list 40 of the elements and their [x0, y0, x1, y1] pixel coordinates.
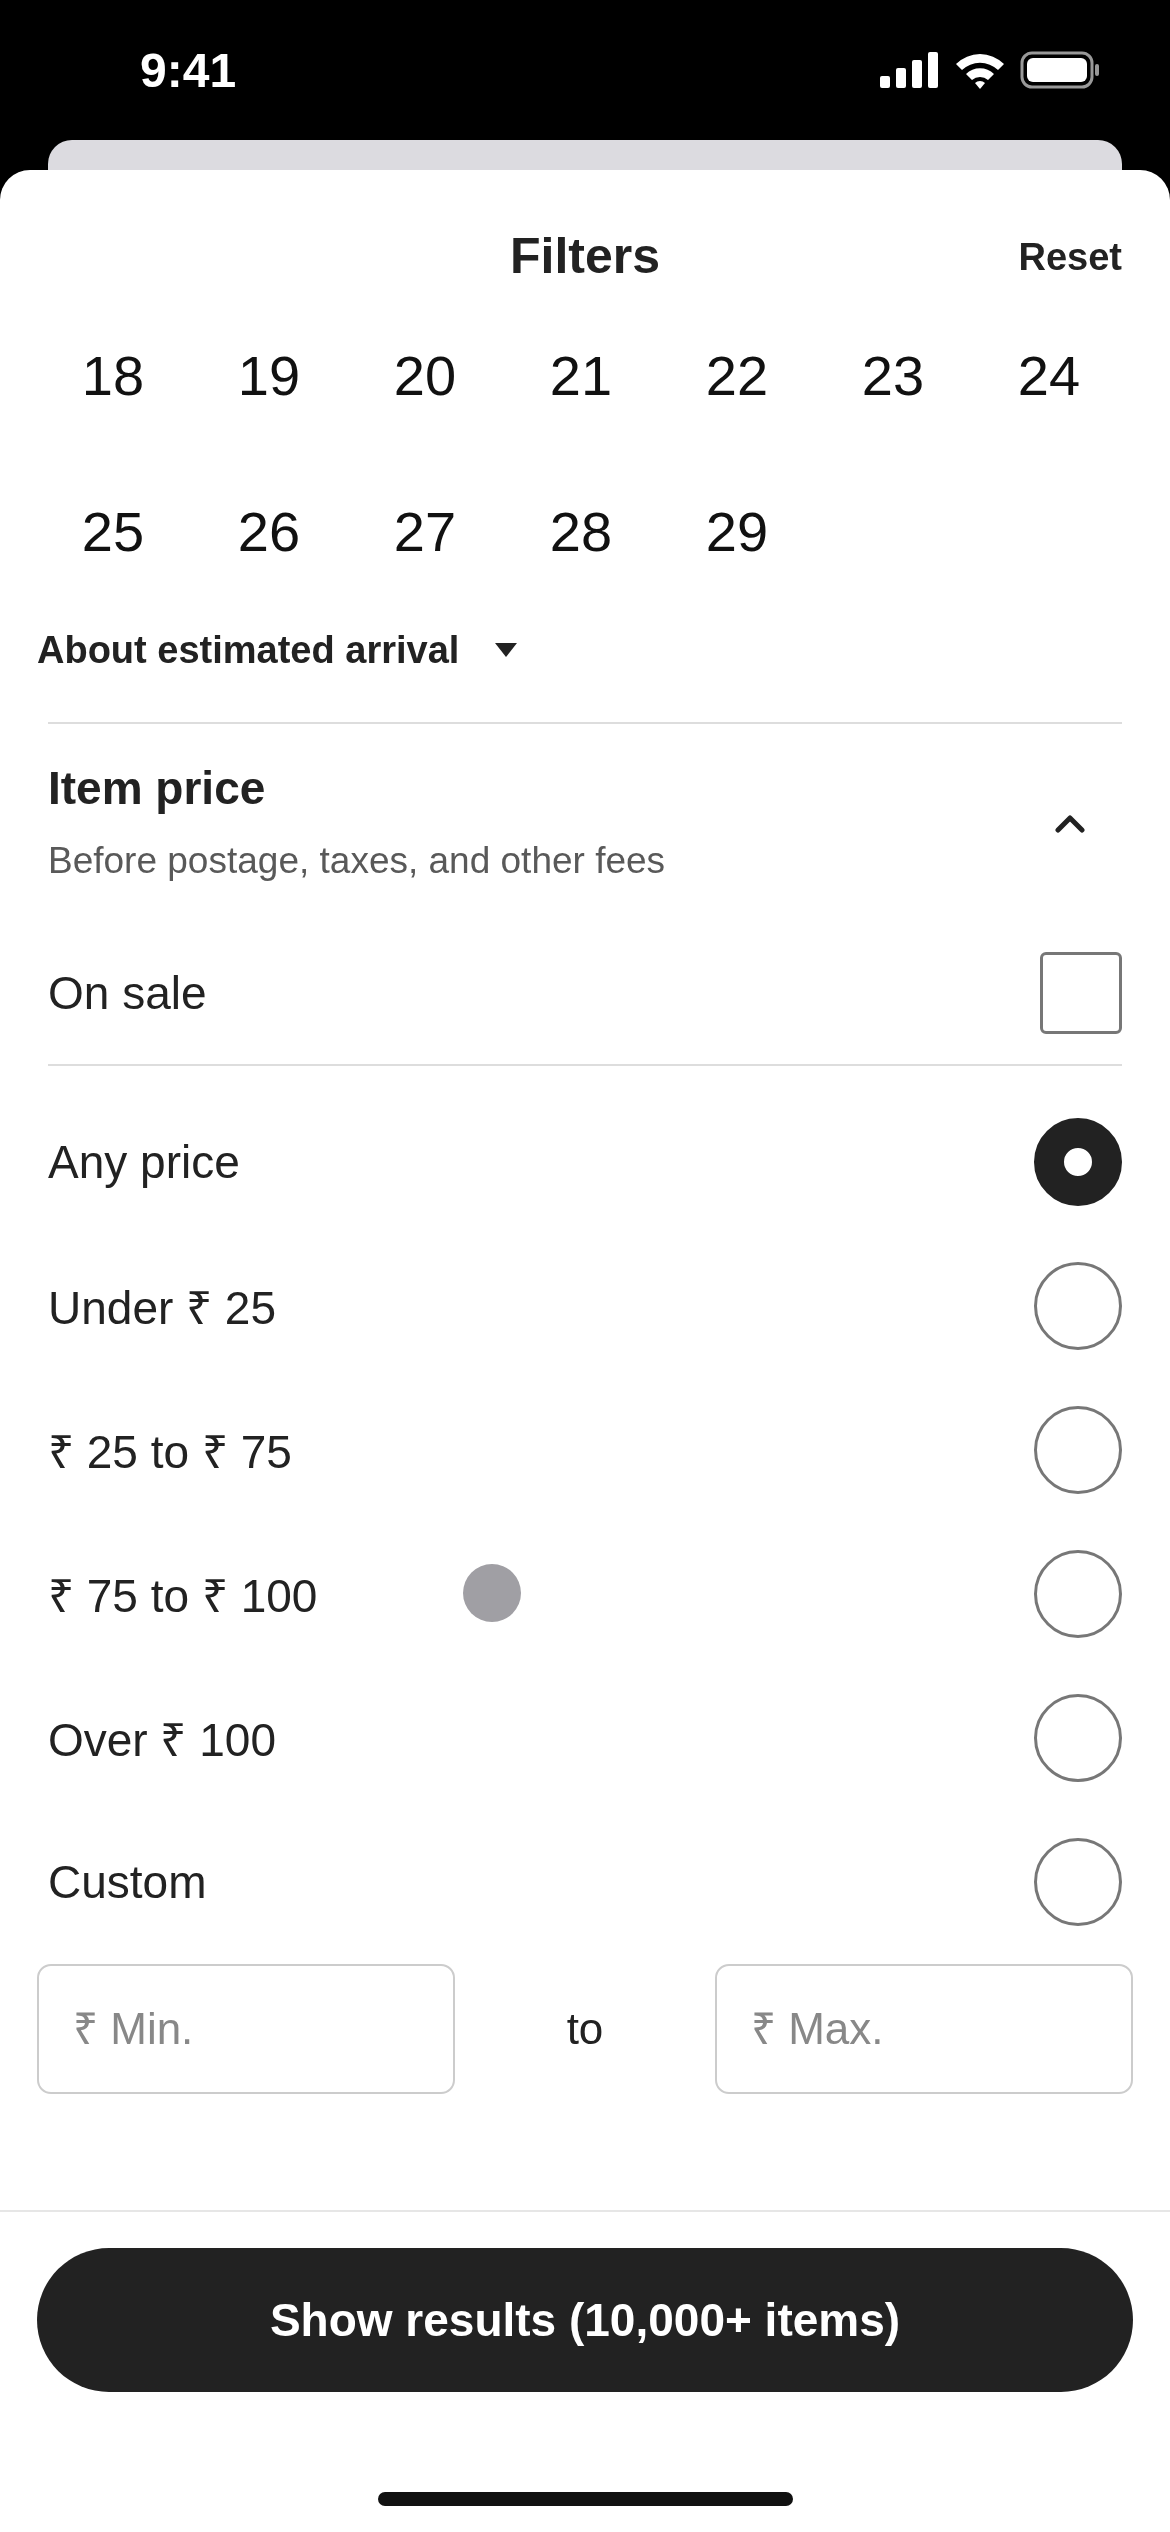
date-option[interactable]: 18: [81, 342, 145, 408]
price-option-label: Over ₹ 100: [48, 1713, 276, 1768]
date-option[interactable]: 19: [237, 342, 301, 408]
battery-icon: [1020, 51, 1100, 89]
price-option-label: ₹ 75 to ₹ 100: [48, 1569, 318, 1624]
radio-button[interactable]: [1034, 1694, 1122, 1782]
date-option[interactable]: 28: [549, 498, 613, 564]
checkbox[interactable]: [1040, 952, 1122, 1034]
sheet-title: Filters: [509, 228, 661, 284]
section-title: Item price: [48, 762, 267, 814]
max-price-field[interactable]: ₹ Max.: [715, 1964, 1133, 2094]
price-option-label: ₹ 25 to ₹ 75: [48, 1425, 292, 1480]
chevron-icon[interactable]: [1055, 812, 1085, 833]
arrival-info-link[interactable]: About estimated arrival: [37, 628, 460, 672]
radio-button[interactable]: [1034, 1550, 1122, 1638]
show-results-button[interactable]: Show results (10,000+ items): [37, 2248, 1133, 2392]
status-time: 9:41: [140, 42, 237, 98]
signal-icon: [880, 52, 940, 88]
date-option[interactable]: 26: [237, 498, 301, 564]
date-option[interactable]: 29: [705, 498, 769, 564]
reset-button[interactable]: Reset: [1018, 236, 1122, 279]
price-option-label: Any price: [48, 1135, 240, 1189]
wifi-icon: [954, 51, 1006, 89]
caret-icon: [495, 643, 518, 657]
min-price-field[interactable]: ₹ Min.: [37, 1964, 455, 2094]
date-option[interactable]: 23: [861, 342, 925, 408]
price-option-label: Under ₹ 25: [48, 1281, 276, 1336]
date-option[interactable]: 22: [705, 342, 769, 408]
date-option[interactable]: 24: [1017, 342, 1081, 408]
section-subtitle: Before postage, taxes, and other fees: [48, 839, 666, 883]
on-sale-label: On sale: [48, 966, 207, 1020]
radio-button[interactable]: [1034, 1262, 1122, 1350]
radio-button[interactable]: [1034, 1838, 1122, 1926]
date-option[interactable]: 25: [81, 498, 145, 564]
range-separator: to: [566, 2004, 604, 2054]
date-option[interactable]: 20: [393, 342, 457, 408]
date-option[interactable]: 21: [549, 342, 613, 408]
date-option[interactable]: 27: [393, 498, 457, 564]
radio-button[interactable]: [1034, 1406, 1122, 1494]
price-option-label: Custom: [48, 1855, 207, 1909]
